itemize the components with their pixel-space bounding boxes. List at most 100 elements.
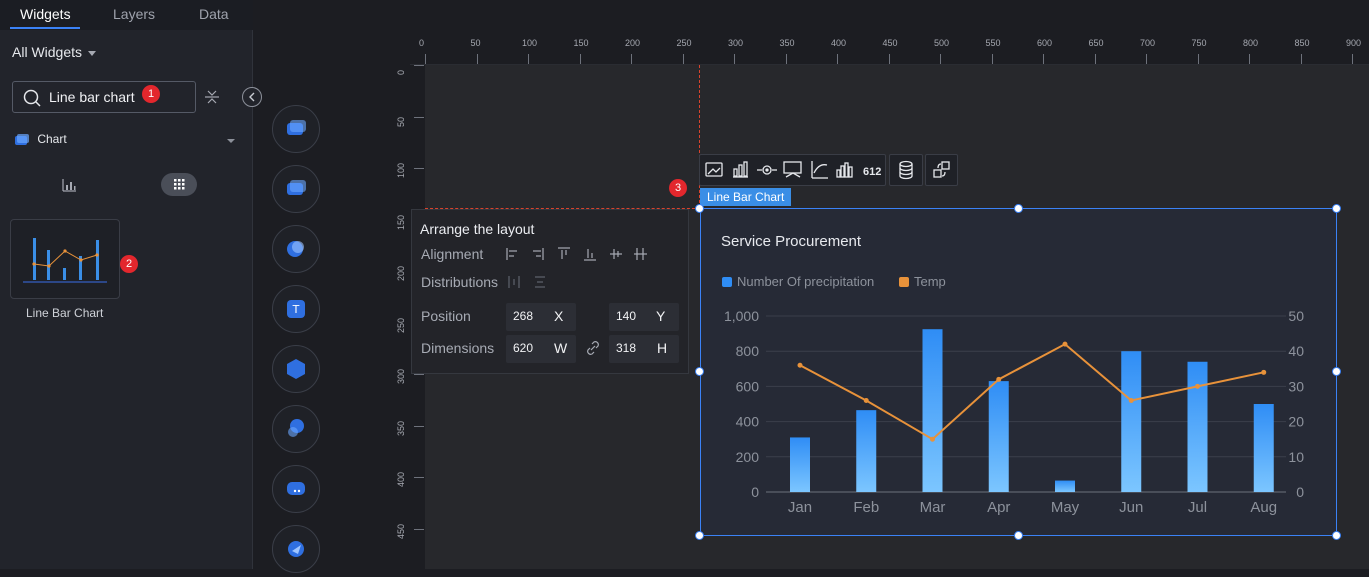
align-bottom-icon[interactable] (584, 249, 596, 261)
ruler-x-tick: 450 (882, 38, 898, 48)
bar-view-icon[interactable] (60, 176, 78, 194)
tooltip-icon[interactable] (783, 161, 802, 178)
line-point (1261, 369, 1267, 375)
interaction-icon (933, 161, 950, 178)
ruler-y-tick-mark (414, 528, 424, 530)
y-right-tick-label: 20 (1288, 414, 1304, 430)
resize-handle-top[interactable] (1014, 204, 1023, 213)
all-widgets-dropdown[interactable]: All Widgets (12, 44, 97, 60)
ruler-x-tick: 800 (1243, 38, 1259, 48)
line-point (930, 436, 935, 442)
strip-text-icon[interactable]: T (272, 285, 320, 333)
resize-handle-right[interactable] (1332, 367, 1341, 376)
strip-more-icon[interactable] (272, 465, 320, 513)
distribute-vertical-icon[interactable] (535, 276, 545, 288)
category-caret-icon[interactable] (227, 139, 235, 143)
resize-handle-bottom-left[interactable] (695, 531, 704, 540)
tab-widgets[interactable]: Widgets (20, 6, 71, 22)
x-tick-label: Jul (1188, 499, 1207, 516)
ruler-x-tick-mark (1197, 54, 1199, 64)
legend-swatch-bar (722, 277, 732, 287)
strip-chart-icon[interactable] (272, 105, 320, 153)
ruler-x-tick-mark (1043, 54, 1044, 64)
x-tick-label: Aug (1250, 499, 1277, 516)
toolbar-interaction-button[interactable] (925, 154, 958, 186)
widget-panel: Widgets Layers Data All Widgets Line bar… (0, 0, 253, 569)
ruler-y-tick-mark (414, 477, 424, 478)
svg-text:T: T (292, 303, 300, 316)
alignment-label: Alignment (421, 246, 484, 262)
align-left-icon[interactable] (506, 248, 517, 260)
step-badge-1: 1 (142, 85, 160, 103)
chart-category-icon (15, 133, 29, 145)
line-point (996, 376, 1002, 382)
grid-view-toggle[interactable] (161, 173, 197, 196)
strip-media-icon[interactable] (272, 165, 320, 213)
resize-handle-top-left[interactable] (695, 204, 704, 213)
ruler-x-tick: 650 (1088, 38, 1104, 48)
resize-handle-left[interactable] (695, 367, 704, 376)
tab-layers[interactable]: Layers (113, 6, 155, 22)
ruler-x-tick-mark (1300, 54, 1302, 64)
ruler-x-tick: 400 (831, 38, 847, 48)
distributions-label: Distributions (421, 274, 499, 290)
link-icon[interactable] (584, 339, 602, 357)
y-left-tick-label: 1,000 (724, 308, 759, 324)
position-label: Position (421, 308, 471, 324)
ruler-y-tick-mark (414, 116, 424, 118)
width-value: 620 (513, 341, 534, 355)
ruler-x-tick-mark (1352, 54, 1353, 64)
distribute-horizontal-icon[interactable] (508, 276, 520, 288)
collapse-panel-button[interactable] (242, 87, 262, 107)
series-icon[interactable] (836, 162, 853, 178)
data-label-badge[interactable]: 612 (863, 166, 881, 178)
line-point (797, 362, 803, 368)
line-bar-chart-widget[interactable] (10, 219, 120, 299)
ruler-x-tick-mark (785, 54, 787, 64)
ruler-y-tick: 0 (396, 69, 406, 75)
widget-label: Line Bar Chart (26, 306, 104, 320)
chart-category[interactable]: Chart (14, 132, 67, 147)
line-point (1128, 397, 1134, 403)
position-x-value: 268 (513, 309, 534, 323)
bar-chart-icon[interactable] (733, 161, 748, 178)
active-tab-indicator (10, 27, 80, 29)
tab-data[interactable]: Data (199, 6, 229, 22)
align-right-icon[interactable] (533, 248, 544, 260)
align-top-icon[interactable] (558, 247, 570, 259)
ruler-x-tick: 850 (1294, 38, 1310, 48)
y-left-tick-label: 0 (751, 484, 759, 500)
ruler-x-tick: 50 (470, 38, 481, 48)
line-bar-chart[interactable]: Service Procurement Number Of precipitat… (700, 208, 1337, 536)
ruler-x-tick: 150 (573, 38, 589, 48)
axis-line-icon[interactable] (811, 161, 828, 179)
width-field[interactable]: 620 W (506, 335, 576, 363)
resize-handle-bottom[interactable] (1014, 531, 1023, 540)
caret-down-icon (88, 50, 97, 56)
legend-swatch-line (899, 277, 909, 287)
ruler-x-tick-mark (734, 54, 735, 64)
step-badge-3: 3 (669, 179, 687, 197)
ruler-y-tick-mark (414, 374, 424, 375)
ruler-x-tick: 700 (1140, 38, 1156, 48)
strip-control-icon[interactable] (272, 405, 320, 453)
ruler-x-tick: 500 (934, 38, 950, 48)
align-center-icon[interactable] (634, 248, 647, 260)
image-icon[interactable] (705, 162, 723, 177)
search-input[interactable]: Line bar chart 1 (12, 81, 196, 113)
ruler-x-tick: 750 (1191, 38, 1207, 48)
height-field[interactable]: 318 H (609, 335, 679, 363)
line-point (1195, 383, 1200, 389)
resize-handle-bottom-right[interactable] (1332, 531, 1341, 540)
strip-send-icon[interactable] (272, 525, 320, 573)
ruler-x-tick-mark (1146, 54, 1147, 64)
strip-shape-icon[interactable] (272, 345, 320, 393)
strip-map-icon[interactable] (272, 225, 320, 273)
toolbar-data-button[interactable] (889, 154, 923, 186)
axis-point-icon[interactable] (757, 165, 777, 175)
align-middle-icon[interactable] (610, 249, 622, 259)
filter-icon[interactable] (204, 88, 220, 106)
resize-handle-top-right[interactable] (1332, 204, 1341, 213)
position-x-field[interactable]: 268 X (506, 303, 576, 331)
position-y-field[interactable]: 140 Y (609, 303, 679, 331)
